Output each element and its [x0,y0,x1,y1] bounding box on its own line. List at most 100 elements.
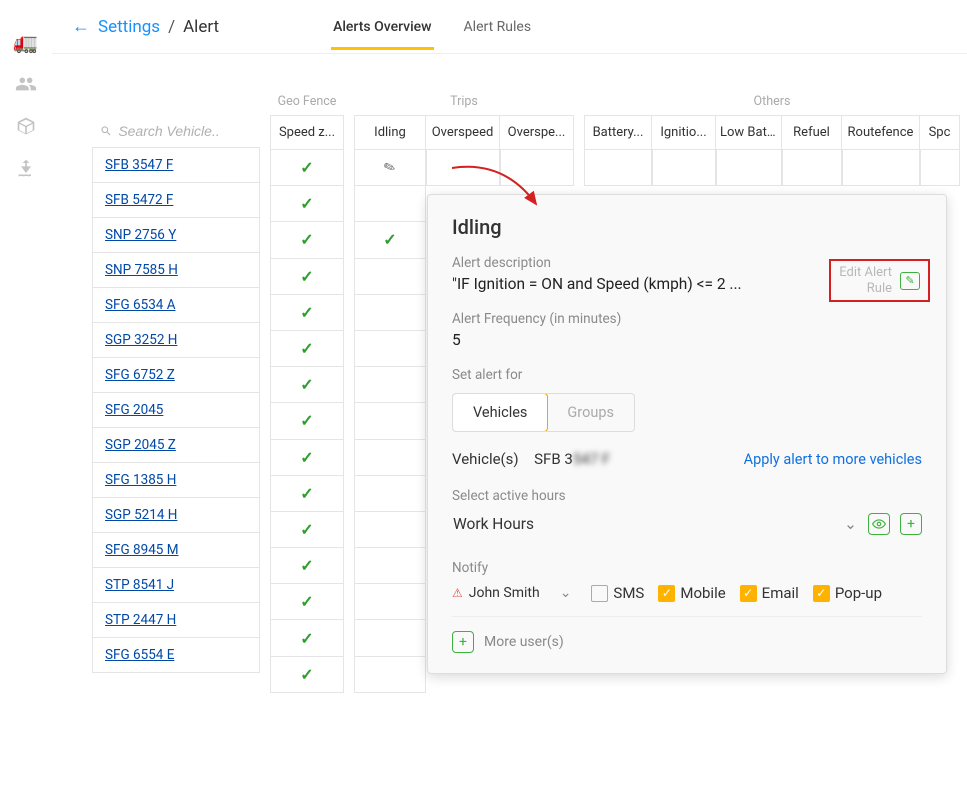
grid-cell[interactable] [354,403,426,439]
grid-cell[interactable]: ✓ [270,440,344,476]
vehicle-link[interactable]: SFG 2045 [105,402,163,418]
vehicle-link[interactable]: SFG 6534 A [105,297,176,313]
grid-cell[interactable]: ✓ [270,222,344,258]
seg-vehicles[interactable]: Vehicles [452,393,548,432]
add-user-button[interactable]: + [452,631,474,653]
tab-alerts-overview[interactable]: Alerts Overview [331,5,433,49]
topbar: ← Settings / Alert Alerts Overview Alert… [52,0,967,54]
active-hours-select[interactable]: Work Hours ⌄ [452,508,858,540]
freq-label: Alert Frequency (in minutes) [452,311,922,327]
users-icon[interactable] [14,72,38,96]
grid-cell[interactable] [782,150,842,186]
vehicle-link[interactable]: STP 8541 J [105,577,174,593]
grid-cell[interactable] [354,584,426,620]
notify-user-select[interactable]: ⚠ John Smith ⌄ [452,585,571,601]
col-battery[interactable]: Battery... [584,115,652,150]
view-hours-button[interactable] [868,513,890,535]
truck-icon[interactable]: 🚛 [14,30,38,54]
vehicle-link[interactable]: STP 2447 H [105,612,176,628]
vehicles-label: Vehicle(s) [452,450,519,468]
grid-cell[interactable] [354,367,426,403]
col-lowbat[interactable]: Low Bat... [716,115,782,150]
grid-cell[interactable] [500,150,574,186]
search-vehicle[interactable] [92,115,260,147]
col-overspeed-1[interactable]: Overspeed [426,115,500,150]
vehicle-row: SFG 6752 Z [92,358,260,393]
grid-cell[interactable] [920,150,960,186]
grid-cell[interactable] [354,440,426,476]
col-speed-zone[interactable]: Speed z... [270,115,344,150]
vehicle-link[interactable]: SFG 1385 H [105,472,176,488]
edit-alert-rule-highlight[interactable]: Edit AlertRule ✎ [829,259,930,302]
vehicle-row: SFB 3547 F [92,147,260,183]
col-idling[interactable]: Idling [354,115,426,150]
grid-cell[interactable]: ✓ [270,476,344,512]
vehicle-row: STP 2447 H [92,603,260,638]
col-spc[interactable]: Spc [920,115,960,150]
grid-cell[interactable]: ✓ [270,512,344,548]
grid-cell[interactable]: ✓ [270,259,344,295]
grid-cell[interactable] [354,620,426,656]
grid-cell[interactable]: ✓ [270,186,344,222]
vehicles-value: SFB 3547 F [534,450,610,468]
grid-cell[interactable]: ✓ [354,222,426,258]
grid-cell[interactable]: ✓ [270,367,344,403]
tab-alert-rules[interactable]: Alert Rules [462,5,534,49]
vehicle-link[interactable]: SGP 5214 H [105,507,177,523]
col-overspeed-2[interactable]: Overspe... [500,115,574,150]
vehicle-link[interactable]: SNP 2756 Y [105,227,176,243]
breadcrumb-settings[interactable]: Settings [98,17,160,37]
ship-icon[interactable] [14,156,38,180]
back-arrow-icon[interactable]: ← [72,16,90,37]
grid-cell[interactable] [354,512,426,548]
vehicle-link[interactable]: SNP 7585 H [105,262,178,278]
box-icon[interactable] [14,114,38,138]
grid-cell[interactable] [354,657,426,693]
grid-cell[interactable]: ✓ [270,620,344,656]
grid-cell[interactable]: ✓ [270,150,344,186]
vehicle-link[interactable]: SGP 3252 H [105,332,177,348]
vehicle-link[interactable]: SFG 8945 M [105,542,179,558]
notify-popup-checkbox[interactable]: ✓Pop-up [813,584,882,602]
search-input[interactable] [118,123,252,139]
vehicle-row: SFG 2045 [92,393,260,428]
grid-cell[interactable] [716,150,782,186]
alert-detail-panel: Idling Edit AlertRule ✎ Alert descriptio… [427,194,947,674]
notify-sms-checkbox[interactable]: SMS [591,584,644,602]
notify-mobile-checkbox[interactable]: ✓Mobile [658,584,725,602]
grid-cell[interactable] [584,150,652,186]
grid-cell[interactable]: ✎ [354,150,426,186]
vehicle-link[interactable]: SFG 6752 Z [105,367,175,383]
vehicle-link[interactable]: SFG 6554 E [105,647,174,663]
vehicle-link[interactable]: SFB 3547 F [105,157,173,173]
grid-cell[interactable]: ✓ [270,295,344,331]
grid-cell[interactable] [354,186,426,222]
grid-cell[interactable]: ✓ [270,331,344,367]
apply-more-vehicles-link[interactable]: Apply alert to more vehicles [744,451,922,468]
grid-cell[interactable] [652,150,716,186]
col-ignition[interactable]: Ignitio... [652,115,716,150]
vehicle-link[interactable]: SFB 5472 F [105,192,173,208]
grid-cell[interactable]: ✓ [270,403,344,439]
vehicle-column: SFB 3547 F SFB 5472 F SNP 2756 Y SNP 7585 H… [92,147,260,673]
notify-email-checkbox[interactable]: ✓Email [740,584,799,602]
col-routefence[interactable]: Routefence [842,115,920,150]
grid-cell[interactable] [842,150,920,186]
edit-icon[interactable]: ✎ [900,272,920,290]
setfor-label: Set alert for [452,367,922,383]
grid-cell[interactable]: ✓ [270,584,344,620]
chevron-down-icon: ⌄ [844,515,857,533]
grid-cell[interactable]: ✓ [270,548,344,584]
grid-cell[interactable] [354,548,426,584]
grid-cell[interactable] [354,295,426,331]
grid-cell[interactable] [426,150,500,186]
vehicle-link[interactable]: SGP 2045 Z [105,437,176,453]
add-hours-button[interactable]: + [900,513,922,535]
grid-cell[interactable] [354,476,426,512]
seg-groups[interactable]: Groups [547,394,634,431]
col-refuel[interactable]: Refuel [782,115,842,150]
search-icon [100,124,112,138]
grid-cell[interactable] [354,331,426,367]
grid-cell[interactable]: ✓ [270,657,344,693]
grid-cell[interactable] [354,259,426,295]
